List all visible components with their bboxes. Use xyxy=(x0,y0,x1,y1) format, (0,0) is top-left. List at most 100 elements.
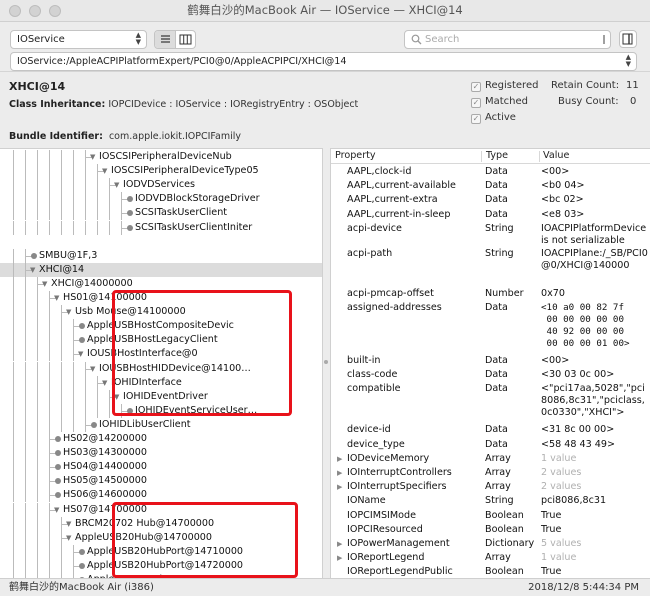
tree-row[interactable]: IODVDBlockStorageDriver xyxy=(0,192,322,207)
disclosure-triangle-icon[interactable]: ▼ xyxy=(30,263,35,277)
path-selector[interactable]: IOService:/AppleACPIPlatformExpert/PCI0@… xyxy=(10,52,637,71)
disclosure-triangle-icon[interactable]: ▼ xyxy=(90,150,95,164)
disclosure-triangle-icon[interactable]: ▼ xyxy=(42,277,47,291)
tree-row[interactable]: ▼ IODVDServices xyxy=(0,178,322,193)
property-row[interactable]: ▶ IOInterruptControllers Array 2 values xyxy=(331,466,650,480)
tree-row[interactable]: HS04@14400000 xyxy=(0,460,322,475)
tree-row[interactable]: ▼ XHCI@14000000 xyxy=(0,276,322,291)
property-row[interactable]: IOPCIMSIMode Boolean True xyxy=(331,509,650,523)
disclosure-triangle-icon[interactable]: ▶ xyxy=(337,538,342,550)
property-type: Array xyxy=(485,467,511,478)
split-divider[interactable] xyxy=(323,148,330,578)
tree-row[interactable]: IOHIDEventServiceUser… xyxy=(0,403,322,418)
property-row[interactable]: device-id Data <31 8c 00 00> xyxy=(331,423,650,437)
tree-row[interactable]: SCSITaskUserClient xyxy=(0,206,322,221)
zoom-window-icon[interactable] xyxy=(49,5,61,17)
tree-row[interactable]: AppleUSBHostLegacyClient xyxy=(0,333,322,348)
tree-row[interactable]: IOHIDLibUserClient xyxy=(0,417,322,432)
tree-row[interactable]: ▼ IOHIDInterface xyxy=(0,375,322,390)
property-row[interactable]: built-in Data <00> xyxy=(331,354,650,368)
tree-row[interactable]: ▼ IOSCSIPeripheralDeviceNub xyxy=(0,150,322,164)
property-row[interactable]: IOPCIResourced Boolean True xyxy=(331,523,650,537)
tree-row[interactable]: HS06@14600000 xyxy=(0,488,322,503)
property-row[interactable]: device_type Data <58 48 43 49> xyxy=(331,438,650,452)
disclosure-triangle-icon[interactable]: ▼ xyxy=(114,178,119,192)
clear-icon[interactable] xyxy=(598,30,611,48)
property-row[interactable]: class-code Data <30 03 0c 00> xyxy=(331,368,650,382)
tree-row[interactable]: ▼ AppleUSB20Hub@14700000 xyxy=(0,530,322,545)
tree-row[interactable]: HS02@14200000 xyxy=(0,432,322,446)
tree-row[interactable]: ▼ HS01@14100000 xyxy=(0,291,322,305)
tree-row[interactable]: AppleUSB20HubPort@14710000 xyxy=(0,544,322,559)
disclosure-triangle-icon[interactable]: ▼ xyxy=(66,305,71,319)
tree-node-dot-icon xyxy=(127,224,133,231)
tree-row[interactable]: SCSITaskUserClientIniter xyxy=(0,220,322,235)
property-row[interactable]: compatible Data <"pci17aa,5028","pci8086,8… xyxy=(331,382,650,423)
property-name: IOPCIResourced xyxy=(347,523,423,535)
tree-row[interactable]: ▼ XHCI@14 xyxy=(0,262,322,277)
property-row[interactable]: AAPL,current-extra Data <bc 02> xyxy=(331,193,650,207)
plane-selector[interactable]: IOService ▲ ▼ xyxy=(10,30,147,49)
tree-row[interactable]: ▼ IOUSBHostInterface@0 xyxy=(0,347,322,362)
property-row[interactable]: acpi-path String IOACPIPlane:/_SB/PCI0@0/X… xyxy=(331,247,650,287)
inspector-icon[interactable] xyxy=(619,30,637,48)
column-view-icon[interactable] xyxy=(176,31,195,48)
tree-node-dot-icon xyxy=(55,436,61,442)
disclosure-triangle-icon[interactable]: ▼ xyxy=(54,291,59,305)
property-value: 2 values xyxy=(541,467,582,478)
tree-row[interactable]: AppleUSB20HubPort@14720000 xyxy=(0,558,322,573)
active-checkbox[interactable]: ✓ Active xyxy=(471,112,516,124)
search-field[interactable]: Search xyxy=(404,30,611,49)
disclosure-triangle-icon[interactable]: ▶ xyxy=(337,453,342,465)
tree-row[interactable] xyxy=(0,235,322,249)
property-row[interactable]: ▶ IOReportLegend Array 1 value xyxy=(331,551,650,565)
disclosure-triangle-icon[interactable]: ▼ xyxy=(66,531,71,545)
properties-table[interactable]: Property Type Value AAPL,clock-id Data <00… xyxy=(330,148,650,578)
column-header-type[interactable]: Type xyxy=(486,149,508,163)
disclosure-triangle-icon[interactable]: ▶ xyxy=(337,467,342,479)
column-header-value[interactable]: Value xyxy=(543,149,569,163)
tree-row[interactable]: HS05@14500000 xyxy=(0,474,322,489)
column-header-property[interactable]: Property xyxy=(335,149,376,163)
matched-checkbox[interactable]: ✓ Matched xyxy=(471,96,528,108)
tree-row[interactable]: ▼ IOUSBHostHIDDevice@14100… xyxy=(0,361,322,376)
tree-row[interactable]: ▼ IOHIDEventDriver xyxy=(0,389,322,404)
registered-checkbox[interactable]: ✓ Registered xyxy=(471,80,538,92)
property-row[interactable]: AAPL,clock-id Data <00> xyxy=(331,165,650,179)
tree-row[interactable]: ▼ Usb Mouse@14100000 xyxy=(0,305,322,320)
tree-row[interactable]: ▼ HS07@14700000 xyxy=(0,502,322,517)
property-row[interactable]: IOName String pci8086,8c31 xyxy=(331,494,650,508)
list-view-icon[interactable] xyxy=(155,31,176,48)
disclosure-triangle-icon[interactable]: ▶ xyxy=(337,552,342,564)
retain-count-label: Retain Count: xyxy=(551,80,620,91)
tree-row[interactable]: AppleUSBHostCompositeDevic xyxy=(0,319,322,334)
disclosure-triangle-icon[interactable]: ▼ xyxy=(78,347,83,361)
disclosure-triangle-icon[interactable]: ▶ xyxy=(337,481,342,493)
property-row[interactable]: acpi-pmcap-offset Number 0x70 xyxy=(331,287,650,301)
property-row[interactable]: ▶ IODeviceMemory Array 1 value xyxy=(331,452,650,466)
close-window-icon[interactable] xyxy=(9,5,21,17)
property-row[interactable]: AAPL,current-in-sleep Data <e8 03> xyxy=(331,208,650,222)
disclosure-triangle-icon[interactable]: ▼ xyxy=(102,376,107,390)
property-row[interactable]: acpi-device String IOACPIPlatformDevice is… xyxy=(331,222,650,247)
disclosure-triangle-icon[interactable]: ▼ xyxy=(66,517,71,531)
property-row[interactable]: IOReportLegendPublic Boolean True xyxy=(331,565,650,578)
checkmark-icon: ✓ xyxy=(471,114,481,124)
disclosure-triangle-icon[interactable]: ▼ xyxy=(102,164,107,178)
tree-node-label: AppleUSB20Hub@14700000 xyxy=(75,531,213,543)
disclosure-triangle-icon[interactable]: ▼ xyxy=(114,390,119,404)
tree-row[interactable]: HS03@14300000 xyxy=(0,446,322,461)
tree-row[interactable]: ▼ IOSCSIPeripheralDeviceType05 xyxy=(0,164,322,179)
tree-node-dot-icon xyxy=(127,210,133,217)
property-row[interactable]: AAPL,current-available Data <b0 04> xyxy=(331,179,650,193)
minimize-window-icon[interactable] xyxy=(29,5,41,17)
tree-row[interactable]: ▼ BRCM20702 Hub@14700000 xyxy=(0,516,322,531)
property-row[interactable]: ▶ IOInterruptSpecifiers Array 2 values xyxy=(331,480,650,494)
property-row[interactable]: ▶ IOPowerManagement Dictionary 5 values xyxy=(331,537,650,551)
disclosure-triangle-icon[interactable]: ▼ xyxy=(90,362,95,376)
tree-row[interactable]: SMBU@1F,3 xyxy=(0,248,322,263)
bundle-identifier-label: Bundle Identifier: xyxy=(9,131,103,142)
registry-tree[interactable]: ▼ IOSCSIPeripheralDeviceNub ▼ IOSCSIPeriphe… xyxy=(0,148,323,578)
disclosure-triangle-icon[interactable]: ▼ xyxy=(54,503,59,517)
property-row[interactable]: assigned-addresses Data <10 a0 00 82 7f 00… xyxy=(331,301,650,354)
